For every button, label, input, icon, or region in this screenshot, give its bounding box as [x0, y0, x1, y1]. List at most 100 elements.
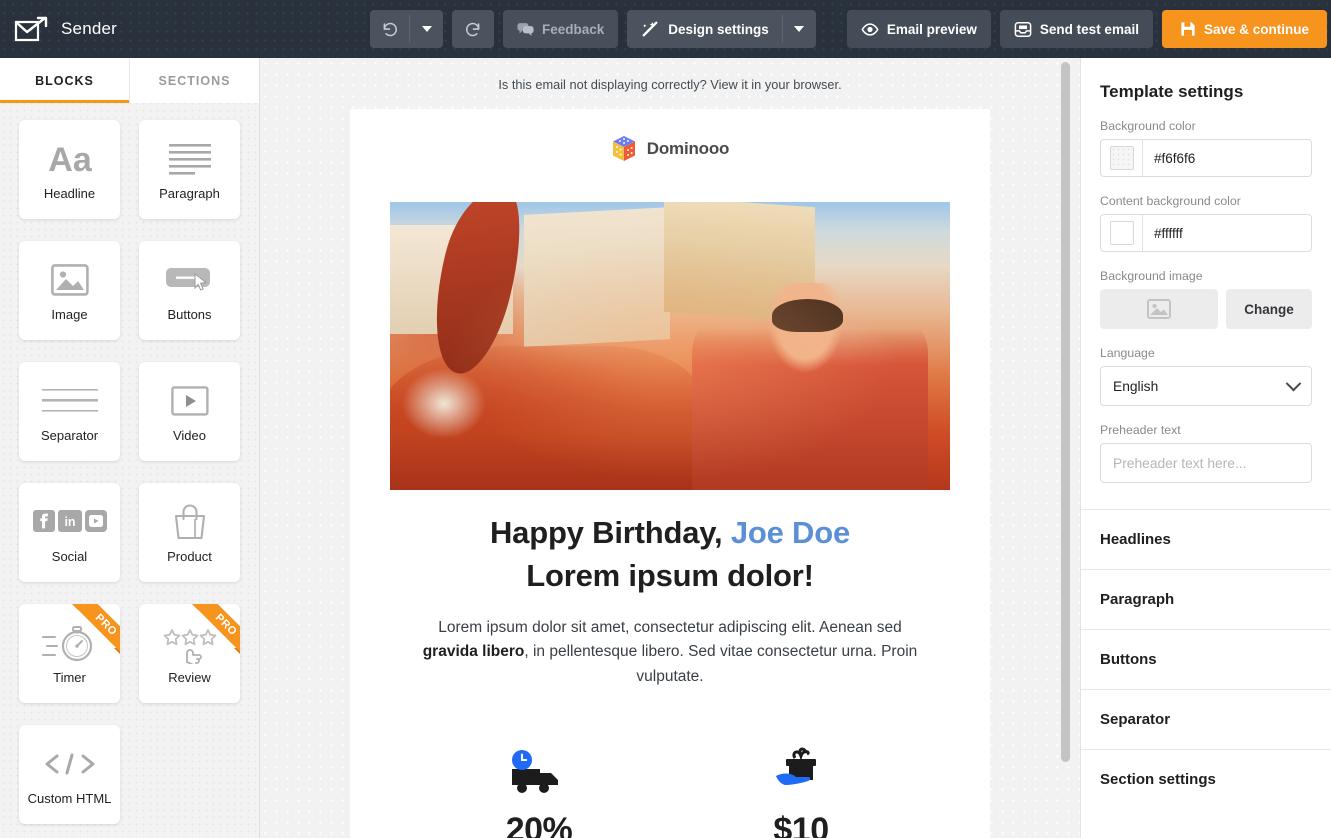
feature-delivery[interactable]: 20%	[408, 733, 670, 838]
change-background-image-button[interactable]: Change	[1226, 289, 1312, 329]
tab-sections-label: SECTIONS	[158, 73, 231, 88]
block-label: Video	[172, 428, 206, 444]
block-product[interactable]: Product	[139, 483, 240, 582]
email-builder-app: Sender Feedback Design settings Email pr…	[0, 0, 1331, 838]
block-separator[interactable]: Separator	[19, 362, 120, 461]
tab-sections[interactable]: SECTIONS	[130, 58, 259, 103]
section-paragraph[interactable]: Paragraph	[1081, 569, 1331, 629]
stars-hand-icon	[161, 619, 219, 667]
social-badges-icon: in	[32, 498, 107, 546]
hero-color-haze	[390, 202, 950, 490]
brand-name: Sender	[61, 19, 118, 38]
headline-line2: Lorem ipsum dolor!	[526, 557, 814, 593]
design-settings-split-button[interactable]: Design settings	[627, 10, 816, 48]
section-buttons[interactable]: Buttons	[1081, 629, 1331, 689]
section-headlines[interactable]: Headlines	[1081, 509, 1331, 569]
block-paragraph[interactable]: Paragraph	[139, 120, 240, 219]
block-social[interactable]: in Social	[19, 483, 120, 582]
send-test-email-button[interactable]: Send test email	[999, 10, 1153, 48]
block-label: Social	[51, 549, 88, 565]
canvas-scrollbar-thumb[interactable]	[1061, 62, 1070, 762]
dice-cube-icon	[611, 135, 637, 163]
content-background-color-value[interactable]: #ffffff	[1143, 215, 1311, 251]
block-custom-html[interactable]: Custom HTML	[19, 725, 120, 824]
block-timer[interactable]: Timer PRO	[19, 604, 120, 703]
section-separator[interactable]: Separator	[1081, 689, 1331, 749]
ribbon-tail-left	[192, 604, 198, 610]
preheader-input[interactable]	[1113, 455, 1299, 471]
block-label: Separator	[40, 428, 99, 444]
settings-group: Background color #f6f6f6 Content backgro…	[1081, 119, 1331, 483]
canvas-scrollbar[interactable]	[1061, 58, 1070, 838]
save-and-continue-label: Save & continue	[1203, 21, 1309, 37]
language-value: English	[1113, 378, 1159, 394]
background-color-field[interactable]: #f6f6f6	[1100, 139, 1312, 177]
toolbar-actions: Feedback Design settings	[370, 10, 816, 48]
block-review[interactable]: Review PRO	[139, 604, 240, 703]
save-and-continue-button[interactable]: Save & continue	[1161, 10, 1327, 48]
email-preview-button[interactable]: Email preview	[846, 10, 991, 48]
headline-name: Joe Doe	[730, 515, 851, 550]
background-image-preview[interactable]	[1100, 289, 1218, 329]
email-body: Dominooo Happy Birthday, Joe Doe Lorem i…	[350, 109, 990, 838]
caret-down-icon	[794, 26, 805, 32]
svg-text:in: in	[64, 515, 75, 529]
email-headline[interactable]: Happy Birthday, Joe Doe Lorem ipsum dolo…	[350, 490, 990, 598]
email-logo-block[interactable]: Dominooo	[350, 109, 990, 182]
shopping-bag-icon	[172, 498, 208, 546]
block-video[interactable]: Video	[139, 362, 240, 461]
background-image-row: Change	[1100, 289, 1312, 329]
design-settings-button[interactable]: Design settings	[627, 10, 782, 48]
redo-button[interactable]	[452, 10, 494, 48]
tab-blocks-label: BLOCKS	[35, 73, 94, 88]
undo-button[interactable]	[370, 10, 409, 48]
delivery-truck-clock-icon	[408, 733, 670, 797]
app-body: BLOCKS SECTIONS Aa Headline Paragraph Im…	[0, 58, 1331, 838]
email-preview-label: Email preview	[886, 21, 977, 37]
headline-prefix: Happy Birthday,	[489, 515, 731, 550]
top-toolbar: Sender Feedback Design settings Email pr…	[0, 0, 1331, 58]
blocks-grid: Aa Headline Paragraph Image Buttons Sepa…	[0, 103, 259, 838]
email-canvas[interactable]: Is this email not displaying correctly? …	[260, 58, 1080, 838]
background-color-value[interactable]: #f6f6f6	[1143, 140, 1311, 176]
language-select[interactable]: English	[1100, 366, 1312, 406]
block-label: Image	[51, 307, 88, 323]
feature-gift[interactable]: $10	[670, 733, 932, 838]
hero-image[interactable]	[390, 202, 950, 490]
code-tags-icon	[41, 740, 99, 788]
text-lines-icon	[168, 135, 212, 183]
design-settings-dropdown[interactable]	[783, 10, 816, 48]
block-headline[interactable]: Aa Headline	[19, 120, 120, 219]
background-image-label: Background image	[1100, 269, 1203, 283]
undo-history-dropdown[interactable]	[410, 10, 443, 48]
brand: Sender	[0, 16, 370, 43]
content-background-color-label: Content background color	[1100, 194, 1241, 208]
magic-wand-icon	[641, 20, 659, 38]
email-paragraph[interactable]: Lorem ipsum dolor sit amet, consectetur …	[350, 598, 990, 689]
block-buttons[interactable]: Buttons	[139, 241, 240, 340]
caret-down-icon	[421, 26, 432, 32]
block-image[interactable]: Image	[19, 241, 120, 340]
content-background-color-swatch-cell[interactable]	[1101, 215, 1143, 251]
blocks-sidebar: BLOCKS SECTIONS Aa Headline Paragraph Im…	[0, 58, 260, 838]
svg-text:Aa: Aa	[48, 141, 93, 179]
ribbon-tail-left	[72, 604, 78, 610]
browser-view-note[interactable]: Is this email not displaying correctly? …	[260, 58, 1080, 109]
paragraph-part2: , in pellentesque libero. Sed vitae cons…	[524, 643, 918, 685]
undo-split-button[interactable]	[370, 10, 443, 48]
section-section-settings[interactable]: Section settings	[1081, 749, 1331, 809]
separator-icon	[41, 377, 99, 425]
block-label: Buttons	[167, 307, 212, 323]
feedback-button[interactable]: Feedback	[503, 10, 619, 48]
send-test-email-label: Send test email	[1039, 21, 1139, 37]
color-swatch-icon	[1109, 221, 1134, 245]
background-color-label: Background color	[1100, 119, 1196, 133]
preheader-field[interactable]	[1100, 443, 1312, 483]
gift-in-hand-icon	[670, 733, 932, 797]
content-background-color-field[interactable]: #ffffff	[1100, 214, 1312, 252]
tab-blocks[interactable]: BLOCKS	[0, 58, 130, 103]
background-color-swatch-cell[interactable]	[1101, 140, 1143, 176]
language-label: Language	[1100, 346, 1155, 360]
ribbon-tail-right	[234, 648, 240, 654]
block-label: Paragraph	[159, 186, 220, 202]
